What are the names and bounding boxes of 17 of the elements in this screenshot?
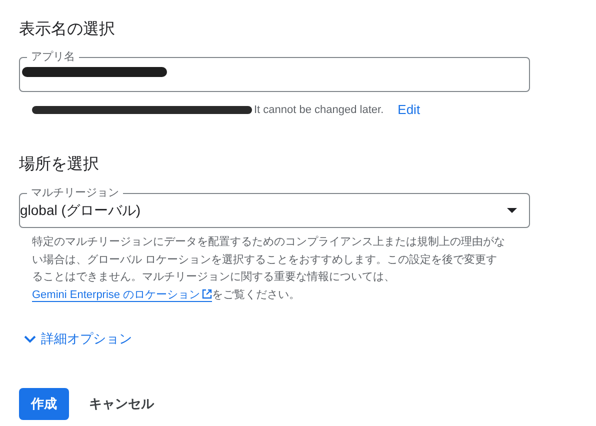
app-name-field[interactable]: アプリ名 [19, 50, 530, 92]
cancel-button[interactable]: キャンセル [77, 388, 166, 420]
advanced-options-toggle[interactable]: 詳細オプション [24, 330, 132, 348]
create-button[interactable]: 作成 [19, 388, 69, 420]
select-value: global (グローバル) [20, 202, 141, 220]
help-text: 特定のマルチリージョンにデータを配置するためのコンプライアンス上または規制上の理由がない場合は、グローバル ロケーションを選択することをおすすめします。この設定を後で変更することはできません。マルチリージョンに関する重要な情報については、 Gemini Enterprise のロケーション をご覧ください。 [32, 234, 506, 304]
field-label: アプリ名 [27, 50, 79, 64]
section-heading: 場所を選択 [19, 155, 100, 175]
chevron-icon [24, 335, 36, 343]
field-label: マルチリージョン [27, 186, 123, 200]
hint-text: It cannot be changed later. [254, 104, 384, 116]
edit-link[interactable]: Edit [398, 102, 420, 117]
dropdown-caret-icon [507, 208, 517, 213]
locations-link[interactable]: Gemini Enterprise のロケーション [32, 288, 212, 302]
region-select[interactable]: マルチリージョン global (グローバル) [19, 186, 530, 228]
external-link-icon [202, 288, 212, 298]
section-heading: 表示名の選択 [19, 20, 116, 40]
